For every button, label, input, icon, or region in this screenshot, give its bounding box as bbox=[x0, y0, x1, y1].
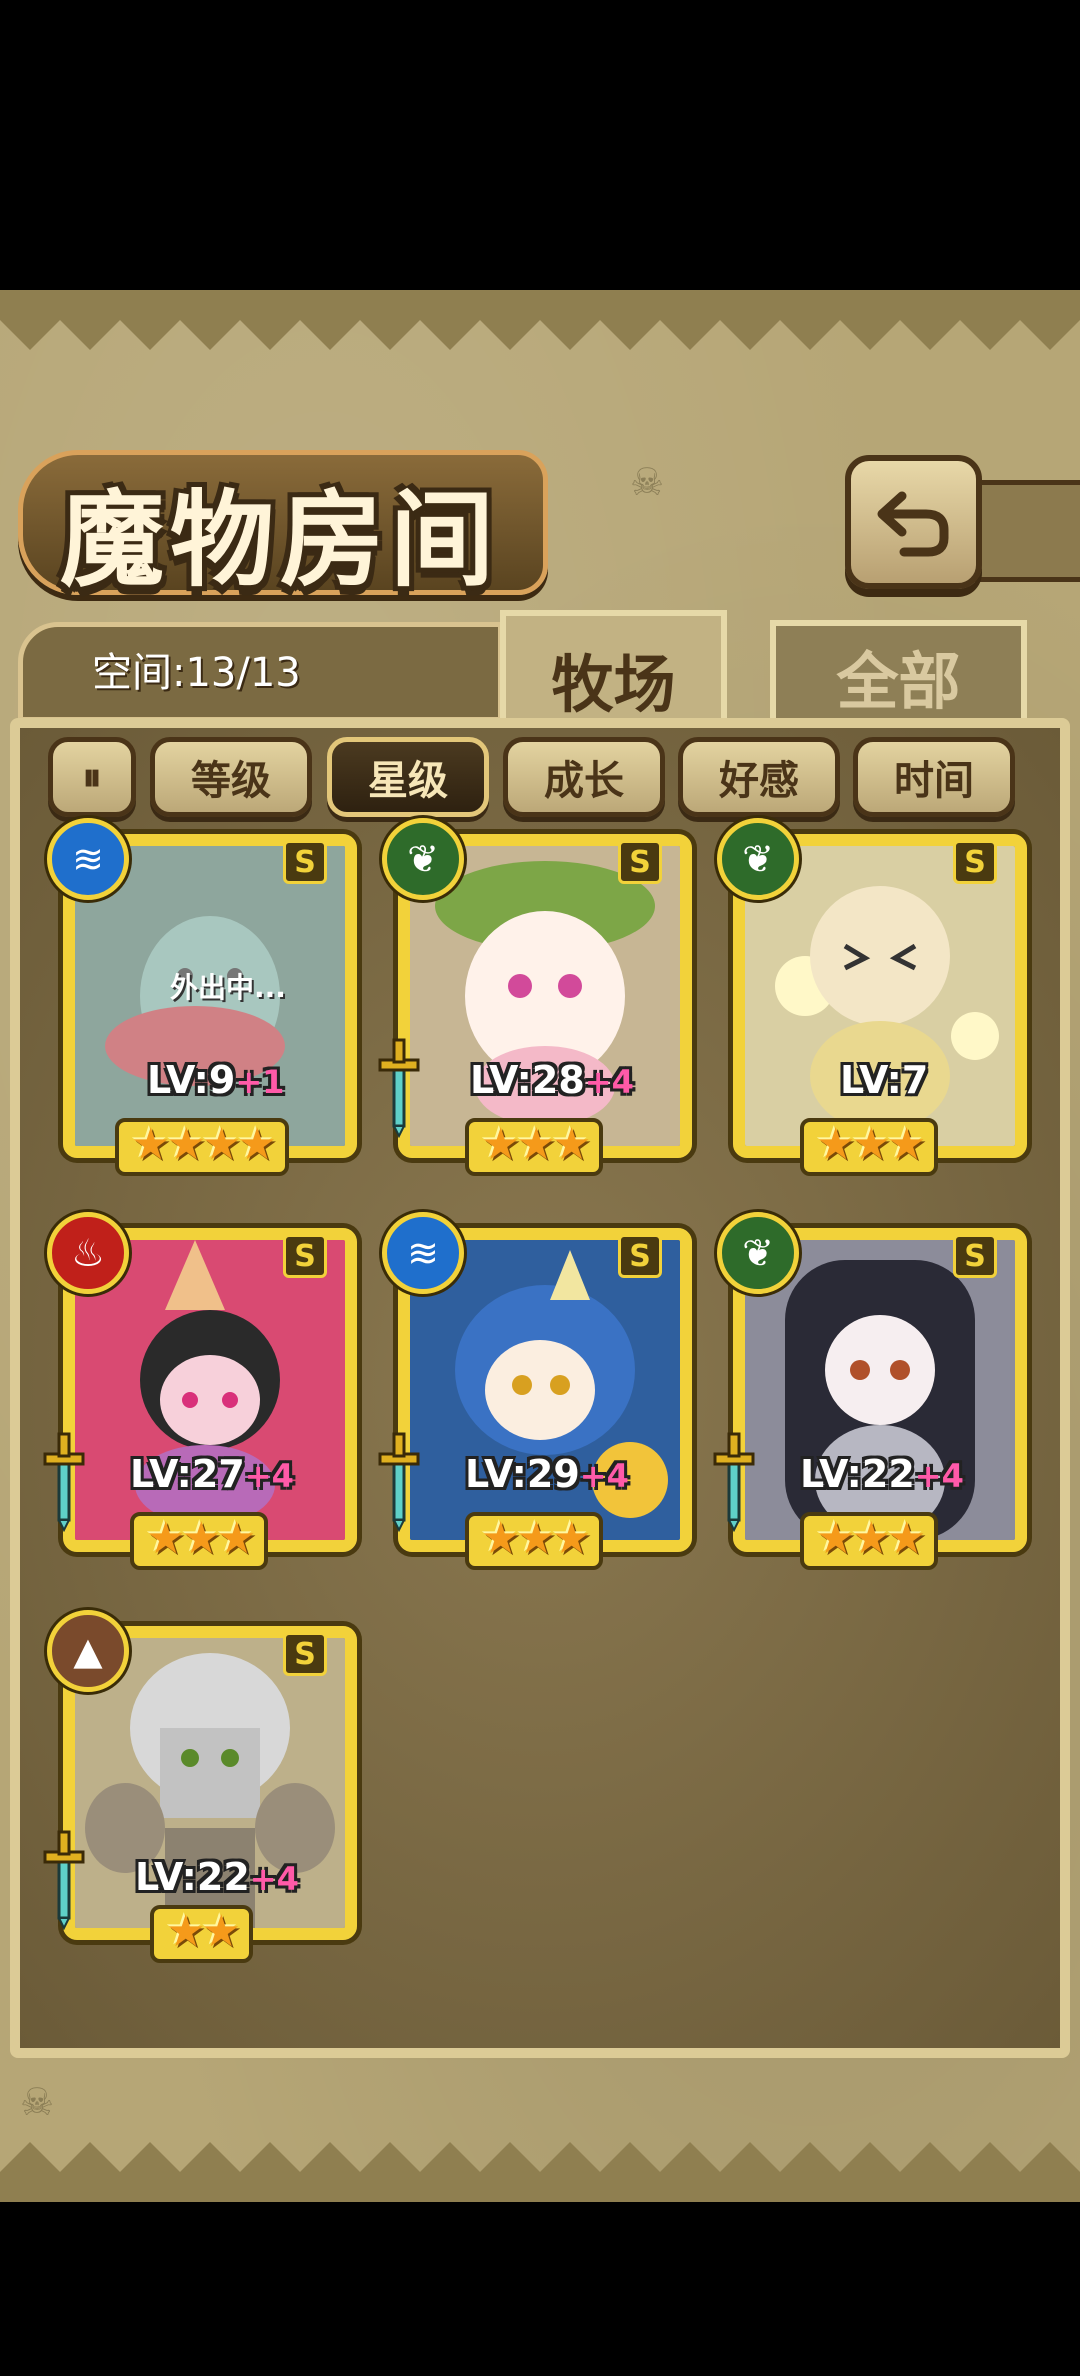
sword-icon bbox=[43, 1432, 85, 1532]
grade-badge: S bbox=[953, 840, 997, 884]
level-label: LV:29+4 bbox=[465, 1452, 629, 1496]
grade-badge: S bbox=[283, 1632, 327, 1676]
bottom-zigzag-border bbox=[0, 2142, 1080, 2202]
earth-element-icon: ▲ bbox=[47, 1610, 129, 1692]
level-value: LV:9 bbox=[147, 1058, 236, 1102]
filter-affection[interactable]: 好感 bbox=[678, 737, 840, 817]
monster-card[interactable]: ▲ S LV:22+4 ★★ bbox=[43, 1610, 357, 1963]
star-rating: ★★★ bbox=[465, 1118, 604, 1176]
filter-growth[interactable]: 成长 bbox=[503, 737, 665, 817]
filter-time[interactable]: 时间 bbox=[853, 737, 1015, 817]
space-counter: 空间:13/13 bbox=[92, 650, 301, 696]
star-rating: ★★ bbox=[150, 1905, 253, 1963]
level-bonus: +4 bbox=[244, 1457, 294, 1495]
monster-card[interactable]: ❦ S LV:22+4 ★★★ bbox=[713, 1212, 1027, 1570]
level-label: LV:28+4 bbox=[470, 1058, 634, 1102]
star-rating: ★★★ bbox=[130, 1512, 269, 1570]
level-bonus: +4 bbox=[914, 1457, 964, 1495]
star-rating: ★★★★ bbox=[115, 1118, 289, 1176]
skull-icon: ☠ bbox=[630, 460, 665, 504]
wood-element-icon: ❦ bbox=[717, 818, 799, 900]
grade-badge: S bbox=[953, 1234, 997, 1278]
star-rating: ★★★ bbox=[800, 1512, 939, 1570]
filter-level[interactable]: 等级 bbox=[150, 737, 312, 817]
level-label: LV:7 bbox=[840, 1058, 928, 1102]
fire-element-icon: ♨ bbox=[47, 1212, 129, 1294]
monster-card[interactable]: ❦ S LV:28+4 ★★★ bbox=[378, 818, 692, 1176]
grade-badge: S bbox=[618, 1234, 662, 1278]
monster-card[interactable]: ≋ S LV:29+4 ★★★ bbox=[378, 1212, 692, 1570]
level-value: LV:7 bbox=[840, 1058, 929, 1102]
star-rating: ★★★ bbox=[465, 1512, 604, 1570]
top-zigzag-border bbox=[0, 290, 1080, 350]
level-bonus: +4 bbox=[579, 1457, 629, 1495]
monster-card[interactable]: 外出中... ≋ S LV:9+1 ★★★★ bbox=[47, 818, 357, 1176]
level-label: LV:27+4 bbox=[130, 1452, 294, 1496]
level-value: LV:22 bbox=[800, 1452, 915, 1496]
water-element-icon: ≋ bbox=[47, 818, 129, 900]
level-label: LV:9+1 bbox=[147, 1058, 284, 1102]
wood-element-icon: ❦ bbox=[382, 818, 464, 900]
sword-icon bbox=[43, 1830, 85, 1930]
filter-stars[interactable]: 星级 bbox=[327, 737, 489, 817]
page-title: 魔物房间 bbox=[60, 478, 501, 601]
level-value: LV:27 bbox=[130, 1452, 245, 1496]
wood-element-icon: ❦ bbox=[717, 1212, 799, 1294]
grade-badge: S bbox=[283, 1234, 327, 1278]
monster-card[interactable]: ♨ S LV:27+4 ★★★ bbox=[43, 1212, 357, 1570]
sort-order-button[interactable]: ⏸ bbox=[48, 737, 136, 817]
level-bonus: +4 bbox=[584, 1063, 634, 1101]
level-label: LV:22+4 bbox=[135, 1855, 299, 1899]
level-value: LV:28 bbox=[470, 1058, 585, 1102]
grade-badge: S bbox=[283, 840, 327, 884]
return-icon bbox=[877, 491, 948, 557]
level-bonus: +1 bbox=[235, 1063, 285, 1101]
level-label: LV:22+4 bbox=[800, 1452, 964, 1496]
tab-all[interactable]: 全部 bbox=[770, 620, 1027, 726]
away-status: 外出中... bbox=[170, 971, 286, 1004]
back-button[interactable] bbox=[845, 455, 982, 589]
sword-icon bbox=[378, 1038, 420, 1138]
skull-icon: ☠ bbox=[20, 2080, 55, 2124]
sort-toggle-icon: ⏸ bbox=[82, 754, 102, 799]
sword-icon bbox=[713, 1432, 755, 1532]
water-element-icon: ≋ bbox=[382, 1212, 464, 1294]
level-value: LV:22 bbox=[135, 1855, 250, 1899]
star-rating: ★★★ bbox=[800, 1118, 939, 1176]
monster-card[interactable]: ❦ S LV:7 ★★★ bbox=[717, 818, 1027, 1176]
level-value: LV:29 bbox=[465, 1452, 580, 1496]
level-bonus: +4 bbox=[249, 1860, 299, 1898]
grade-badge: S bbox=[618, 840, 662, 884]
sword-icon bbox=[378, 1432, 420, 1532]
